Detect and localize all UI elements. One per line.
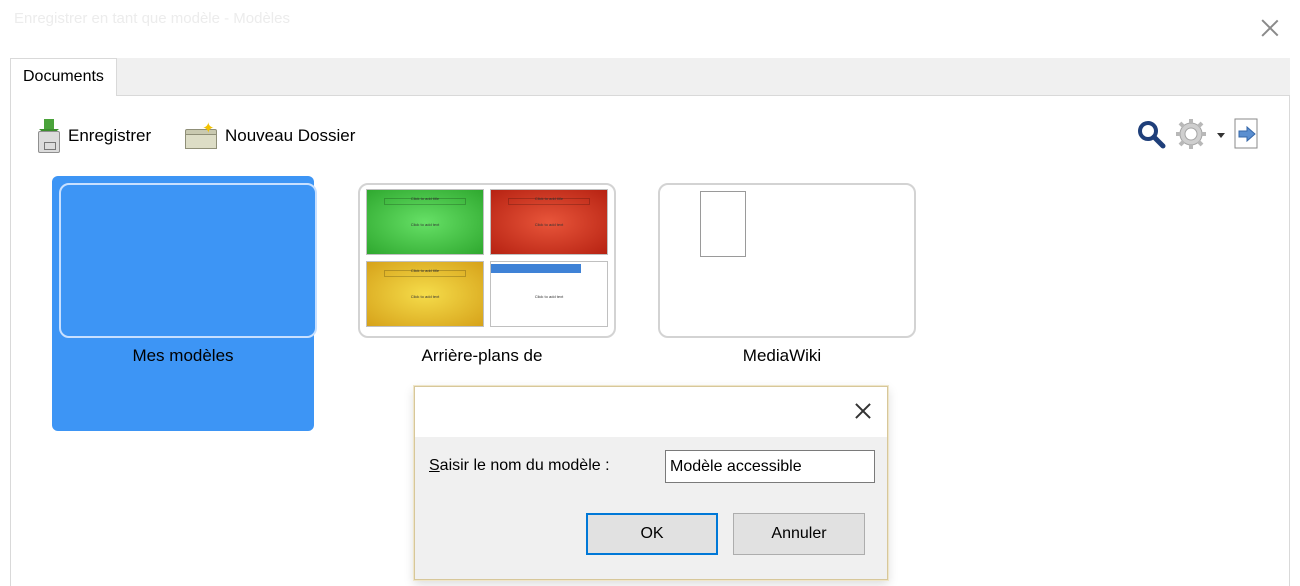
blue-preview: Click to add text (490, 261, 608, 327)
save-template-dialog: Saisir le nom du modèle : OK Annuler (414, 386, 888, 580)
template-label: Arrière-plans de (421, 346, 543, 365)
yellow-preview: Click to add title Click to add text (366, 261, 484, 327)
template-thumbnail: Click to add title Click to add text Clic… (358, 183, 616, 338)
new-folder-icon: ✦ (185, 121, 219, 151)
templates-window: Enregistrer en tant que modèle - Modèles… (0, 0, 1300, 586)
right-toolbar (1128, 116, 1260, 156)
dialog-body: Saisir le nom du modèle : OK Annuler (415, 437, 887, 579)
template-label: MediaWiki (742, 346, 822, 365)
title-bar: Enregistrer en tant que modèle - Modèles (0, 0, 1300, 58)
gear-icon[interactable] (1174, 117, 1208, 156)
template-thumbnail (59, 183, 317, 338)
green-preview: Click to add title Click to add text (366, 189, 484, 255)
template-folder-mes-modeles[interactable]: Mes modèles (52, 176, 317, 431)
cancel-button[interactable]: Annuler (733, 513, 865, 555)
close-icon[interactable] (853, 401, 873, 421)
tab-strip: Documents (10, 58, 1290, 96)
template-thumbnail (658, 183, 916, 338)
page-preview (700, 191, 746, 257)
window-title: Enregistrer en tant que modèle - Modèles (14, 10, 290, 27)
dropdown-arrow-icon[interactable] (1216, 127, 1226, 145)
template-label: Mes modèles (132, 346, 234, 365)
save-button-label: Enregistrer (68, 126, 152, 145)
template-name-label: Saisir le nom du modèle : (429, 457, 610, 474)
export-icon[interactable] (1234, 118, 1260, 155)
tab-documents[interactable]: Documents (10, 58, 117, 96)
dialog-title-bar (415, 387, 887, 437)
new-folder-button[interactable]: ✦ Nouveau Dossier (185, 118, 355, 154)
new-folder-button-label: Nouveau Dossier (225, 126, 356, 145)
red-preview: Click to add title Click to add text (490, 189, 608, 255)
search-icon[interactable] (1136, 119, 1166, 154)
close-icon[interactable] (1258, 16, 1282, 40)
save-button[interactable]: Enregistrer (36, 118, 151, 154)
ok-button[interactable]: OK (586, 513, 718, 555)
template-name-input[interactable] (665, 450, 875, 483)
save-icon (36, 119, 62, 153)
